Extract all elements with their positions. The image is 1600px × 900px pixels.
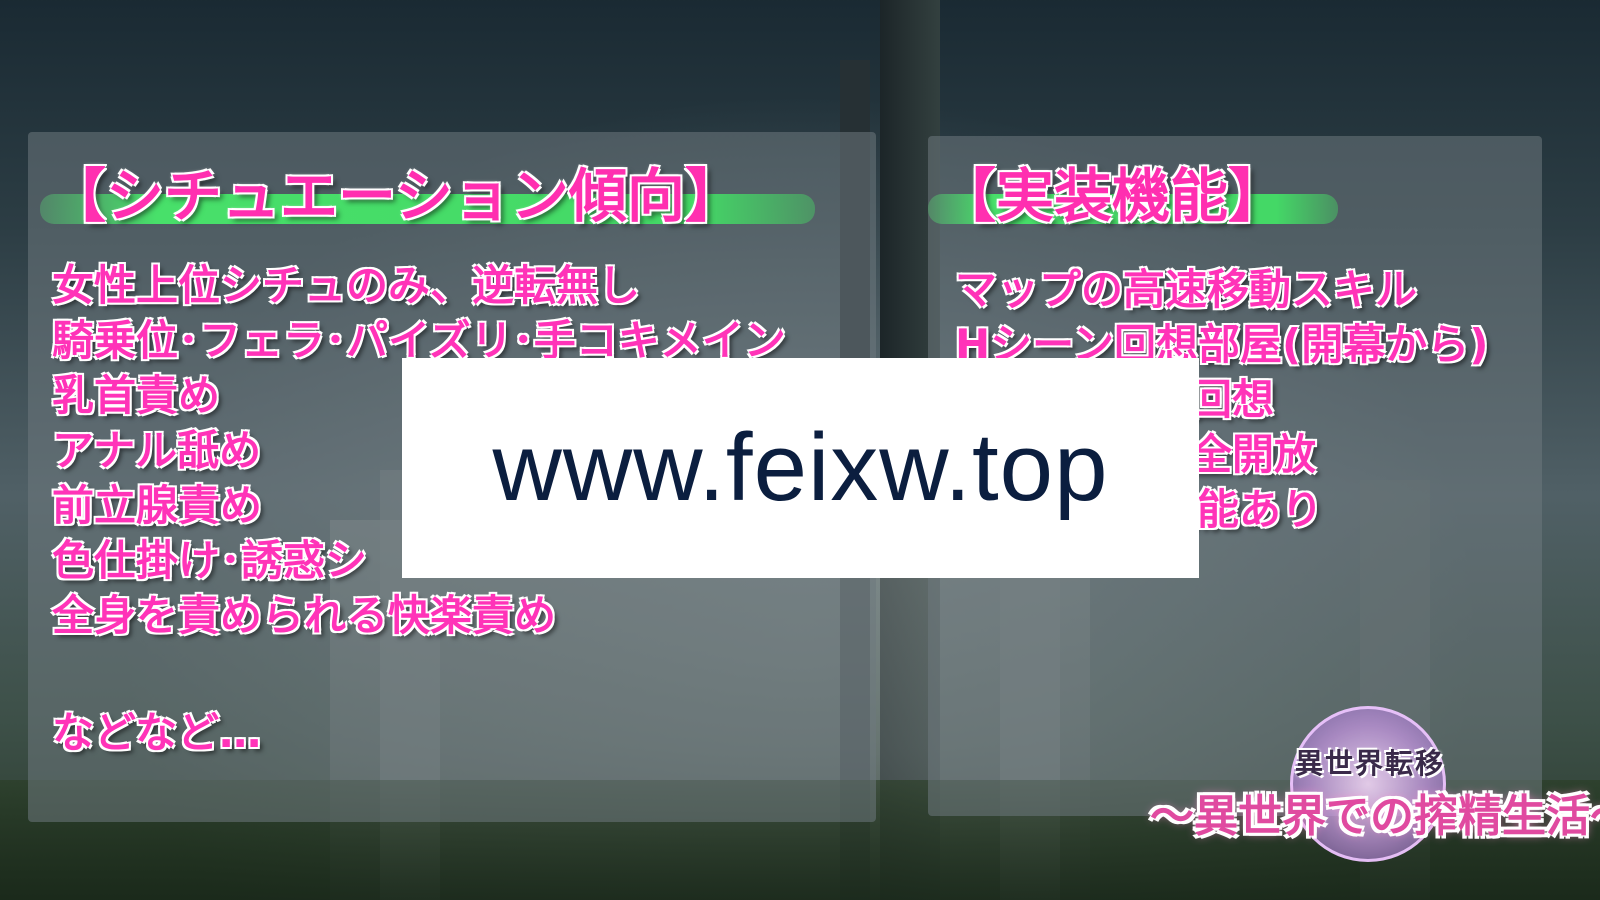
list-item: マップの高速移動スキル <box>955 265 1418 314</box>
list-item: 女性上位シチュのみ、逆転無し <box>52 261 641 310</box>
watermark-text: www.feixw.top <box>492 414 1109 521</box>
logo-subtitle: 異世界転移 <box>1294 747 1445 780</box>
situation-footer: などなど… <box>52 708 262 757</box>
list-item: 全身を責められる快楽責め <box>52 591 557 640</box>
game-logo: 異世界転移 〜異世界での搾精生活〜 <box>1150 700 1600 900</box>
features-heading: 【実装機能】 <box>938 162 1287 230</box>
situation-heading: 【シチュエーション傾向】 <box>48 162 743 230</box>
watermark-banner: www.feixw.top <box>402 358 1199 578</box>
logo-title: 〜異世界での搾精生活〜 <box>1150 791 1600 842</box>
